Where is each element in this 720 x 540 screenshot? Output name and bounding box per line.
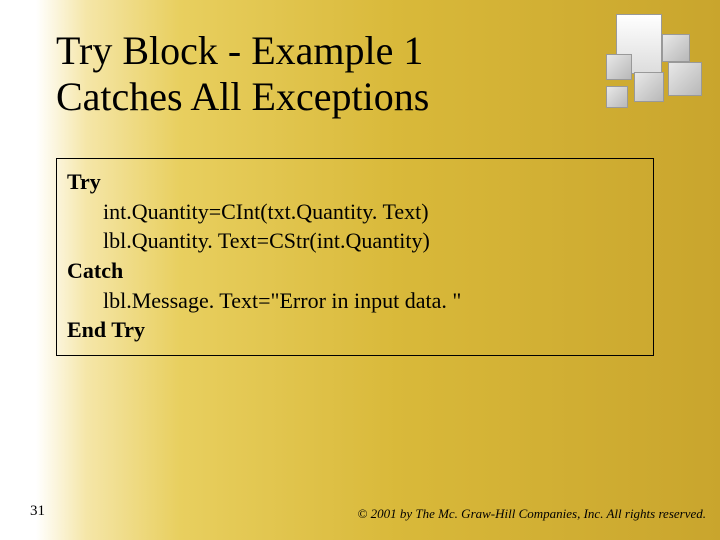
keyword-try: Try [67, 169, 101, 194]
slide-number: 31 [30, 503, 45, 520]
code-example-box: Try int.Quantity=CInt(txt.Quantity. Text… [56, 158, 654, 356]
slide: Try Block - Example 1 Catches All Except… [0, 0, 720, 540]
title-line-2: Catches All Exceptions [56, 74, 429, 119]
keyword-end-try: End Try [67, 317, 145, 342]
slide-title: Try Block - Example 1 Catches All Except… [56, 28, 536, 120]
code-line-1: int.Quantity=CInt(txt.Quantity. Text) [67, 197, 643, 227]
title-line-1: Try Block - Example 1 [56, 28, 423, 73]
copyright-text: © 2001 by The Mc. Graw-Hill Companies, I… [357, 506, 706, 522]
corner-graphic [582, 14, 702, 114]
code-line-3: lbl.Message. Text="Error in input data. … [67, 286, 643, 316]
code-line-2: lbl.Quantity. Text=CStr(int.Quantity) [67, 226, 643, 256]
keyword-catch: Catch [67, 258, 123, 283]
